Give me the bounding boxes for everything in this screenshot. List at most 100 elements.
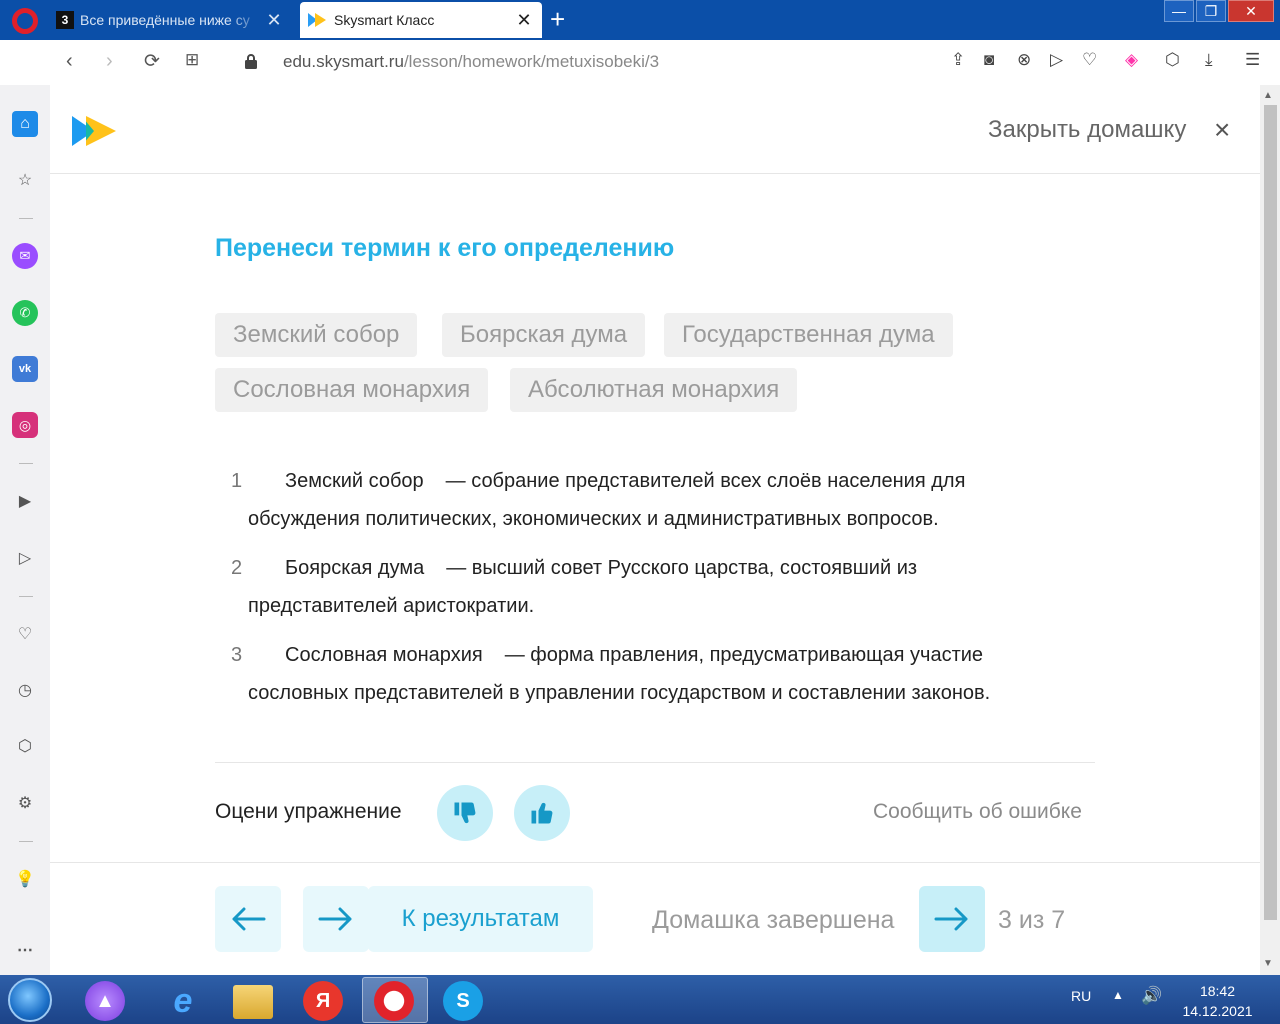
- sidebar-divider: [19, 596, 33, 597]
- scroll-up-icon[interactable]: ▲: [1263, 90, 1273, 101]
- volume-icon[interactable]: 🔊: [1141, 986, 1162, 1006]
- internet-explorer-icon[interactable]: e: [163, 981, 203, 1021]
- dislike-button[interactable]: [437, 785, 493, 841]
- definition-text: — высший совет Русского царства, состояв…: [446, 557, 918, 579]
- section-divider: [215, 762, 1095, 763]
- back-icon[interactable]: ‹: [66, 50, 73, 73]
- homework-done-label: Домашка завершена: [652, 906, 895, 934]
- start-button[interactable]: [8, 978, 52, 1022]
- drop-slot-term[interactable]: Боярская дума: [285, 549, 424, 587]
- reload-icon[interactable]: ⟳: [144, 50, 160, 73]
- clock-time: 18:42: [1199, 983, 1236, 999]
- heart-icon[interactable]: ♡: [1082, 50, 1097, 70]
- definition-text: представителей аристократии.: [248, 595, 535, 617]
- camera-icon[interactable]: ◙: [984, 50, 994, 70]
- whatsapp-icon[interactable]: ✆: [12, 300, 38, 326]
- favorites-icon[interactable]: ♡: [12, 621, 38, 647]
- messenger-icon[interactable]: ✉: [12, 243, 38, 269]
- download-icon[interactable]: ⤓: [1205, 50, 1213, 70]
- next-task-button[interactable]: [303, 886, 369, 952]
- minimize-icon[interactable]: —: [1164, 0, 1194, 22]
- sidebar-divider: [19, 841, 33, 842]
- send-icon[interactable]: ▷: [1050, 50, 1063, 70]
- url-field[interactable]: edu.skysmart.ru/lesson/homework/metuxiso…: [283, 52, 659, 72]
- sidebar-divider: [19, 463, 33, 464]
- system-clock[interactable]: 18:42 14.12.2021: [1170, 981, 1265, 1021]
- arrow-right-icon: [934, 907, 968, 931]
- tab-title: Skysmart Класс: [334, 12, 435, 28]
- alice-icon[interactable]: ▲: [85, 981, 125, 1021]
- term-chip[interactable]: Земский собор: [215, 313, 418, 357]
- term-chip[interactable]: Боярская дума: [442, 313, 646, 357]
- share-icon[interactable]: ⇪: [951, 50, 965, 70]
- arrow-right-icon: [318, 907, 352, 931]
- term-chip[interactable]: Абсолютная монархия: [510, 368, 798, 412]
- extensions-icon[interactable]: ⬡: [12, 733, 38, 759]
- item-number: 3: [231, 644, 243, 666]
- easy-setup-icon[interactable]: ☰: [1245, 50, 1260, 70]
- term-chip[interactable]: Государственная дума: [664, 313, 953, 357]
- restore-icon[interactable]: ❐: [1196, 0, 1226, 22]
- flow-icon[interactable]: ▷: [12, 545, 38, 571]
- results-button[interactable]: К результатам: [368, 886, 593, 952]
- drop-slot-term[interactable]: Земский собор: [285, 462, 424, 500]
- tab-skysmart[interactable]: Skysmart Класс ✕: [300, 2, 542, 38]
- term-chip[interactable]: Сословная монархия: [215, 368, 489, 412]
- tray-expand-icon[interactable]: ▲: [1112, 988, 1124, 1002]
- scrollbar-thumb[interactable]: [1264, 105, 1277, 920]
- like-button[interactable]: [514, 785, 570, 841]
- url-path: /lesson/homework/metuxisobeki/3: [403, 52, 660, 71]
- more-icon[interactable]: ⋯: [12, 937, 38, 963]
- drop-slot-term[interactable]: Сословная монархия: [285, 636, 483, 674]
- speed-dial-icon[interactable]: ⊞: [185, 50, 199, 70]
- new-tab-icon[interactable]: +: [550, 6, 565, 32]
- sidebar-divider: [19, 218, 33, 219]
- definition-text: — собрание представителей всех слоёв нас…: [445, 470, 966, 492]
- skysmart-logo[interactable]: [72, 116, 116, 146]
- bookmarks-icon[interactable]: ☆: [12, 167, 38, 193]
- browser-tabbar: 3 Все приведённые ниже су ✕ Skysmart Кла…: [0, 0, 1280, 40]
- window-controls: — ❐ ✕: [1162, 0, 1274, 22]
- adblock-icon[interactable]: ⊗: [1017, 50, 1031, 70]
- lock-icon: [245, 54, 257, 69]
- tips-icon[interactable]: 💡: [12, 866, 38, 892]
- skysmart-favicon-icon: [308, 13, 326, 27]
- opera-taskbar-icon[interactable]: [374, 981, 414, 1021]
- language-indicator[interactable]: RU: [1071, 988, 1091, 1004]
- task-title: Перенеси термин к его определению: [215, 234, 675, 262]
- thumbs-down-icon: [454, 802, 476, 824]
- report-error-link[interactable]: Сообщить об ошибке: [873, 800, 1082, 824]
- instagram-icon[interactable]: ◎: [12, 412, 38, 438]
- extensions-icon[interactable]: ⬡: [1165, 50, 1180, 70]
- settings-icon[interactable]: ⚙: [12, 790, 38, 816]
- window-close-icon[interactable]: ✕: [1228, 0, 1274, 22]
- definition-text: — форма правления, предусматривающая уча…: [504, 644, 984, 666]
- url-host: edu.skysmart.ru: [283, 52, 404, 71]
- tab-favicon: 3: [56, 11, 74, 29]
- forward-icon[interactable]: ›: [106, 50, 113, 73]
- yandex-browser-icon[interactable]: Я: [303, 981, 343, 1021]
- player-icon[interactable]: ▶: [12, 488, 38, 514]
- history-icon[interactable]: ◷: [12, 677, 38, 703]
- arrow-left-icon: [232, 907, 266, 931]
- skype-icon[interactable]: S: [443, 981, 483, 1021]
- tab-close-icon[interactable]: ✕: [514, 10, 534, 31]
- tab-title: Все приведённые ниже су: [80, 12, 250, 28]
- opera-menu-icon[interactable]: [12, 8, 38, 34]
- tab-close-icon[interactable]: ✕: [264, 10, 284, 31]
- close-homework-label[interactable]: Закрыть домашку: [988, 116, 1186, 144]
- home-icon[interactable]: ⌂: [12, 111, 38, 137]
- close-homework-icon[interactable]: ×: [1214, 114, 1230, 146]
- clock-date: 14.12.2021: [1182, 1003, 1253, 1019]
- file-explorer-icon[interactable]: [233, 985, 273, 1019]
- definition-text: сословных представителей в управлении го…: [248, 682, 991, 704]
- extension-cube-icon[interactable]: ◈: [1125, 50, 1138, 70]
- item-number: 2: [231, 557, 243, 579]
- vk-icon[interactable]: vk: [12, 356, 38, 382]
- tab-first[interactable]: 3 Все приведённые ниже су ✕: [56, 2, 292, 38]
- next-button[interactable]: [919, 886, 985, 952]
- header-divider: [50, 173, 1260, 174]
- thumbs-up-icon: [531, 802, 553, 824]
- scroll-down-icon[interactable]: ▼: [1263, 958, 1273, 969]
- prev-task-button[interactable]: [215, 886, 281, 952]
